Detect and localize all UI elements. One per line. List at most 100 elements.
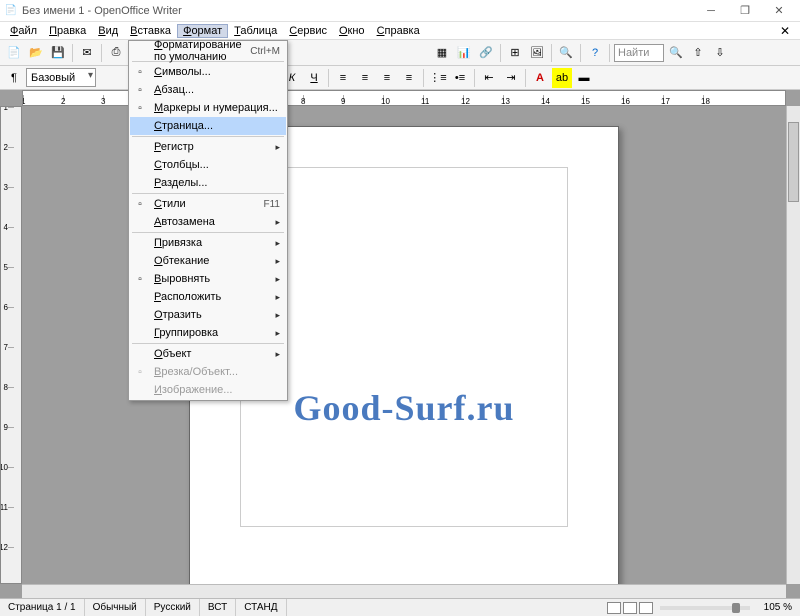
ruler-tick: 11 [8,507,14,547]
menu-item-столбцы-[interactable]: Столбцы... [130,156,286,174]
menu-item-label: Абзац... [154,84,194,96]
menu-separator [132,136,284,137]
decrease-indent-icon[interactable]: ⇤ [479,68,499,88]
menu-файл[interactable]: Файл [4,24,43,38]
vertical-scrollbar[interactable] [786,106,800,584]
menu-item-label: Врезка/Объект... [154,366,238,378]
menu-item-расположить[interactable]: Расположить▸ [130,288,286,306]
status-insert[interactable]: ВСТ [200,599,236,616]
menu-правка[interactable]: Правка [43,24,92,38]
numbering-icon[interactable]: ⋮≡ [428,68,448,88]
increase-indent-icon[interactable]: ⇥ [501,68,521,88]
ruler-tick: 8 [303,95,343,101]
styles-icon[interactable]: ¶ [4,68,24,88]
view-book-icon[interactable] [639,602,653,614]
menu-item-стили[interactable]: ▫СтилиF11 [130,195,286,213]
menu-сервис[interactable]: Сервис [283,24,333,38]
menu-формат[interactable]: Формат [177,24,228,38]
justify-icon[interactable]: ≡ [399,68,419,88]
menu-item-страница-[interactable]: Страница... [130,117,286,135]
menu-item-группировка[interactable]: Группировка▸ [130,324,286,342]
menu-item-автозамена[interactable]: Автозамена▸ [130,213,286,231]
underline-icon[interactable]: Ч [304,68,324,88]
view-multi-page-icon[interactable] [623,602,637,614]
ruler-tick: 18 [703,95,743,101]
menu-item-маркеры-и-нумерация-[interactable]: ▫Маркеры и нумерация... [130,99,286,117]
menu-item-обтекание[interactable]: Обтекание ▸ [130,252,286,270]
paragraph-style-combo[interactable]: Базовый [26,68,96,87]
scrollbar-thumb[interactable] [788,122,799,202]
submenu-arrow-icon: ▸ [275,238,280,249]
horizontal-scrollbar[interactable] [22,584,786,598]
menu-таблица[interactable]: Таблица [228,24,283,38]
save-icon[interactable]: 💾 [48,43,68,63]
status-style[interactable]: Обычный [85,599,146,616]
menu-вид[interactable]: Вид [92,24,124,38]
menu-item-абзац-[interactable]: ▫Абзац... [130,81,286,99]
status-page[interactable]: Страница 1 / 1 [0,599,85,616]
view-single-page-icon[interactable] [607,602,621,614]
background-color-icon[interactable]: ▬ [574,68,594,88]
align-right-icon[interactable]: ≡ [377,68,397,88]
highlight-icon[interactable]: ab [552,68,572,88]
submenu-arrow-icon: ▸ [275,256,280,267]
find-all-icon[interactable]: ⇩ [710,43,730,63]
ruler-tick: 4 [8,227,14,267]
help-icon[interactable]: ? [585,43,605,63]
status-language[interactable]: Русский [146,599,200,616]
titlebar: 📄 Без имени 1 - OpenOffice Writer ─ ❐ ✕ [0,0,800,22]
ruler-tick: 17 [663,95,703,101]
maximize-button[interactable]: ❐ [728,1,762,21]
zoom-slider[interactable] [660,606,750,610]
find-next-icon[interactable]: 🔍 [666,43,686,63]
find-prev-icon[interactable]: ⇧ [688,43,708,63]
status-selection-mode[interactable]: СТАНД [236,599,286,616]
menu-item-разделы-[interactable]: Разделы... [130,174,286,192]
ruler-tick: 7 [8,347,14,387]
menu-окно[interactable]: Окно [333,24,371,38]
menu-справка[interactable]: Справка [371,24,426,38]
menu-item-объект[interactable]: Объект▸ [130,345,286,363]
align-left-icon[interactable]: ≡ [333,68,353,88]
menu-item-отразить[interactable]: Отразить▸ [130,306,286,324]
menu-item-форматирование-по-умолчанию[interactable]: Форматирование по умолчаниюCtrl+M [130,42,286,60]
mail-icon[interactable]: ✉ [77,43,97,63]
menu-item-label: Объект [154,348,191,360]
ruler-tick: 9 [8,427,14,467]
ruler-tick: 14 [543,95,583,101]
menu-item-регистр[interactable]: Регистр▸ [130,138,286,156]
zoom-icon[interactable]: 🔍 [556,43,576,63]
close-document-button[interactable]: ✕ [774,24,796,38]
font-color-icon[interactable]: A [530,68,550,88]
menu-shortcut: Ctrl+M [250,46,280,57]
menu-item-изображение-: Изображение... [130,381,286,399]
chart-icon[interactable]: 📊 [454,43,474,63]
bullets-icon[interactable]: •≡ [450,68,470,88]
navigator-icon[interactable]: ⊞ [505,43,525,63]
menu-item-привязка[interactable]: Привязка▸ [130,234,286,252]
hyperlink-icon[interactable]: 🔗 [476,43,496,63]
menu-item-label: Группировка [154,327,218,339]
menu-item-label: Отразить [154,309,202,321]
table-icon[interactable]: ▦ [432,43,452,63]
menu-item-символы-[interactable]: ▫Символы... [130,63,286,81]
menu-item-label: Изображение... [154,384,232,396]
vertical-ruler[interactable]: 123456789101112131415161718 [0,106,22,584]
ruler-tick: 10 [383,95,423,101]
open-icon[interactable]: 📂 [26,43,46,63]
find-input[interactable]: Найти [614,44,664,62]
menu-item-label: Обтекание [154,255,209,267]
export-pdf-icon[interactable]: ⎙ [106,43,126,63]
frame-icon: ▫ [133,365,147,379]
menu-item-label: Форматирование по умолчанию [154,39,250,63]
align-center-icon[interactable]: ≡ [355,68,375,88]
submenu-arrow-icon: ▸ [275,292,280,303]
new-doc-icon[interactable]: 📄 [4,43,24,63]
menu-item-выровнять[interactable]: ▫Выровнять▸ [130,270,286,288]
menu-вставка[interactable]: Вставка [124,24,177,38]
zoom-slider-knob[interactable] [732,603,740,613]
gallery-icon[interactable]: 🖼 [527,43,547,63]
minimize-button[interactable]: ─ [694,1,728,21]
status-zoom[interactable]: 105 % [756,599,800,616]
close-button[interactable]: ✕ [762,1,796,21]
